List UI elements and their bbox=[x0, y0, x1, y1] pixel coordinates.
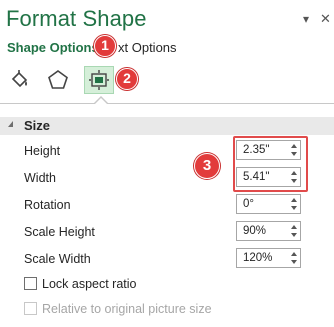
tab-text-options[interactable]: xt Options bbox=[118, 40, 177, 56]
rotation-decrease-icon[interactable] bbox=[291, 206, 297, 210]
scale-height-label: Scale Height bbox=[24, 225, 95, 239]
scale-width-increase-icon[interactable] bbox=[291, 252, 297, 256]
lock-aspect-ratio-checkbox[interactable] bbox=[24, 277, 37, 290]
scale-width-decrease-icon[interactable] bbox=[291, 260, 297, 264]
callout-badge-2: 2 bbox=[116, 68, 138, 90]
fill-line-icon[interactable] bbox=[5, 66, 35, 94]
rotation-label: Rotation bbox=[24, 198, 71, 212]
scale-height-value: 90% bbox=[243, 225, 267, 237]
paint-bucket-icon bbox=[11, 70, 28, 88]
scale-width-label: Scale Width bbox=[24, 252, 91, 266]
tab-shape-options[interactable]: Shape Options bbox=[7, 40, 99, 56]
scale-height-increase-icon[interactable] bbox=[291, 225, 297, 229]
callout-badge-3: 3 bbox=[194, 153, 220, 179]
pane-options-dropdown-icon[interactable]: ▾ bbox=[303, 12, 309, 26]
scale-width-value: 120% bbox=[243, 252, 273, 264]
scale-height-input[interactable]: 90% bbox=[236, 221, 301, 241]
scale-height-decrease-icon[interactable] bbox=[291, 233, 297, 237]
rotation-increase-icon[interactable] bbox=[291, 198, 297, 202]
tab-divider bbox=[0, 103, 334, 104]
relative-original-size-label: Relative to original picture size bbox=[42, 302, 212, 316]
callout-badge-1: 1 bbox=[94, 35, 116, 57]
rotation-value: 0° bbox=[243, 198, 254, 210]
relative-original-size-checkbox bbox=[24, 302, 37, 315]
lock-aspect-ratio-label: Lock aspect ratio bbox=[42, 277, 137, 291]
collapse-triangle-icon[interactable] bbox=[8, 121, 13, 127]
size-properties-icon[interactable] bbox=[84, 66, 114, 94]
section-title: Size bbox=[24, 118, 51, 133]
rotation-input[interactable]: 0° bbox=[236, 194, 301, 214]
scale-width-input[interactable]: 120% bbox=[236, 248, 301, 268]
section-header-size[interactable] bbox=[0, 117, 334, 135]
height-label: Height bbox=[24, 144, 61, 158]
effects-pentagon-icon[interactable] bbox=[43, 66, 73, 94]
pane-title: Format Shape bbox=[6, 6, 147, 31]
close-icon[interactable]: ✕ bbox=[320, 12, 331, 26]
size-properties-glyph-icon bbox=[89, 70, 109, 90]
highlight-box bbox=[233, 136, 308, 192]
pentagon-icon bbox=[48, 70, 68, 89]
width-label: Width bbox=[24, 171, 56, 185]
selected-indicator bbox=[95, 98, 107, 104]
